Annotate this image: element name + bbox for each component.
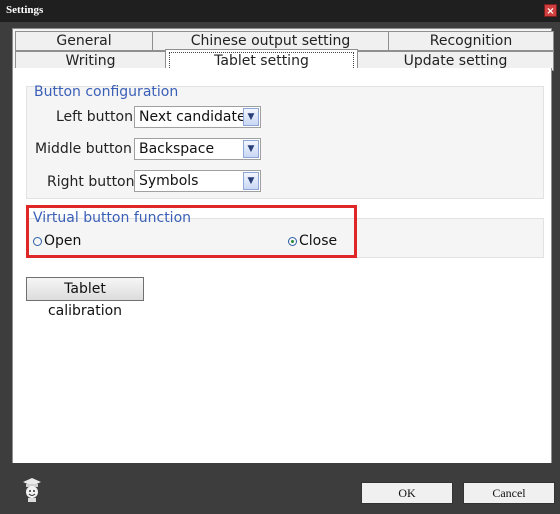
close-icon[interactable]: × (544, 4, 557, 17)
cancel-button[interactable]: Cancel (463, 482, 555, 504)
window-title: Settings (6, 4, 44, 16)
tab-recognition[interactable]: Recognition (388, 31, 554, 51)
right-button-label: Right button (47, 174, 135, 190)
tab-chinese-output-setting[interactable]: Chinese output setting (152, 31, 389, 51)
chevron-down-icon[interactable]: ▼ (243, 140, 259, 158)
title-bar: Settings × (0, 0, 560, 22)
chevron-down-icon[interactable]: ▼ (243, 108, 259, 126)
middle-button-label: Middle button (35, 141, 132, 157)
tablet-calibration-button[interactable]: Tablet calibration (26, 277, 144, 319)
chevron-down-icon[interactable]: ▼ (243, 172, 259, 190)
ok-button[interactable]: OK (361, 482, 453, 504)
button-configuration-title: Button configuration (34, 84, 179, 100)
app-logo-icon (23, 478, 41, 502)
right-button-value: Symbols (139, 173, 199, 189)
highlight-box (26, 205, 357, 258)
left-button-select[interactable]: Next candidate ▼ (134, 106, 261, 128)
middle-button-value: Backspace (139, 141, 215, 157)
tab-label: Recognition (429, 33, 513, 49)
tab-label: Writing (65, 53, 116, 69)
tab-label: General (56, 33, 112, 49)
left-button-label: Left button (56, 109, 133, 125)
tab-label: Chinese output setting (190, 33, 351, 49)
tab-general[interactable]: General (15, 31, 153, 51)
settings-window: Settings × General Chinese output settin… (0, 0, 560, 514)
left-button-value: Next candidate (139, 109, 246, 125)
tab-label: Update setting (403, 53, 508, 69)
middle-button-select[interactable]: Backspace ▼ (134, 138, 261, 160)
right-button-select[interactable]: Symbols ▼ (134, 170, 261, 192)
